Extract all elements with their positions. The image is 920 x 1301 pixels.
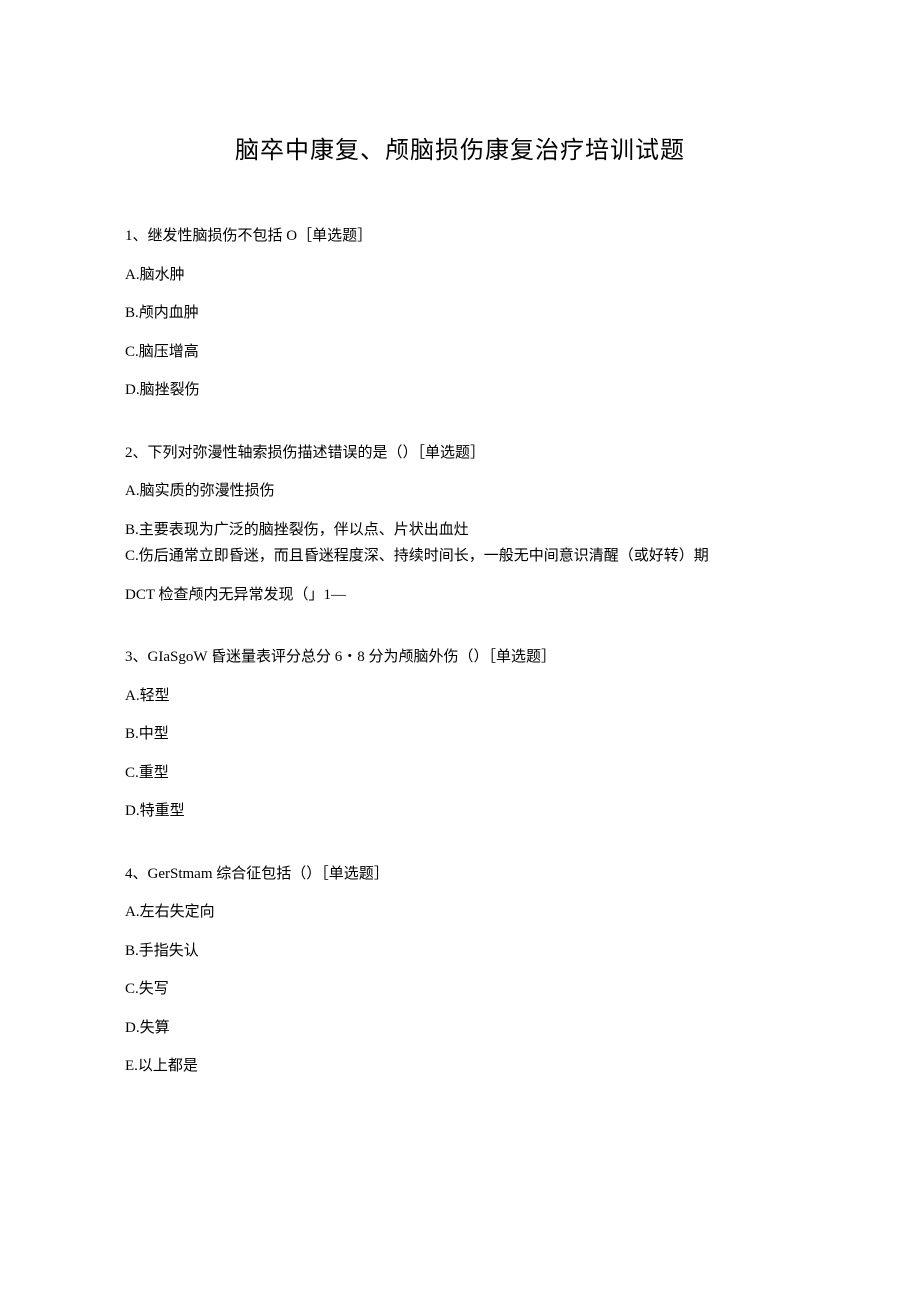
question-3: 3、GIaSgoW 昏迷量表评分总分 6・8 分为颅脑外伤（）［单选题］ A.轻… — [125, 646, 795, 823]
question-2: 2、下列对弥漫性轴索损伤描述错误的是（）［单选题］ A.脑实质的弥漫性损伤 B.… — [125, 442, 795, 607]
option-a: A.左右失定向 — [125, 901, 795, 924]
option-d: D.特重型 — [125, 800, 795, 823]
option-d: D.失算 — [125, 1017, 795, 1040]
question-4: 4、GerStmam 综合征包括（）［单选题］ A.左右失定向 B.手指失认 C… — [125, 863, 795, 1078]
option-a: A.脑水肿 — [125, 264, 795, 287]
option-c: C.伤后通常立即昏迷，而且昏迷程度深、持续时间长，一般无中间意识清醒（或好转）期 — [125, 545, 795, 568]
option-b: B.手指失认 — [125, 940, 795, 963]
option-a: A.轻型 — [125, 685, 795, 708]
question-stem: 2、下列对弥漫性轴索损伤描述错误的是（）［单选题］ — [125, 442, 795, 465]
question-stem: 4、GerStmam 综合征包括（）［单选题］ — [125, 863, 795, 886]
question-stem: 1、继发性脑损伤不包括 O［单选题］ — [125, 225, 795, 248]
page-title: 脑卒中康复、颅脑损伤康复治疗培训试题 — [125, 130, 795, 165]
option-d: D.脑挫裂伤 — [125, 379, 795, 402]
option-e: E.以上都是 — [125, 1055, 795, 1078]
option-b: B.主要表现为广泛的脑挫裂伤，伴以点、片状出血灶 — [125, 519, 795, 542]
option-d-text: DCT 检查颅内无异常发现（」1— — [125, 587, 346, 603]
option-c: C.脑压增高 — [125, 341, 795, 364]
option-a: A.脑实质的弥漫性损伤 — [125, 480, 795, 503]
option-d: DCT 检查颅内无异常发现（」1— — [125, 584, 795, 607]
option-b: B.中型 — [125, 723, 795, 746]
option-c: C.重型 — [125, 762, 795, 785]
option-b: B.颅内血肿 — [125, 302, 795, 325]
question-1: 1、继发性脑损伤不包括 O［单选题］ A.脑水肿 B.颅内血肿 C.脑压增高 D… — [125, 225, 795, 402]
option-c: C.失写 — [125, 978, 795, 1001]
question-stem: 3、GIaSgoW 昏迷量表评分总分 6・8 分为颅脑外伤（）［单选题］ — [125, 646, 795, 669]
